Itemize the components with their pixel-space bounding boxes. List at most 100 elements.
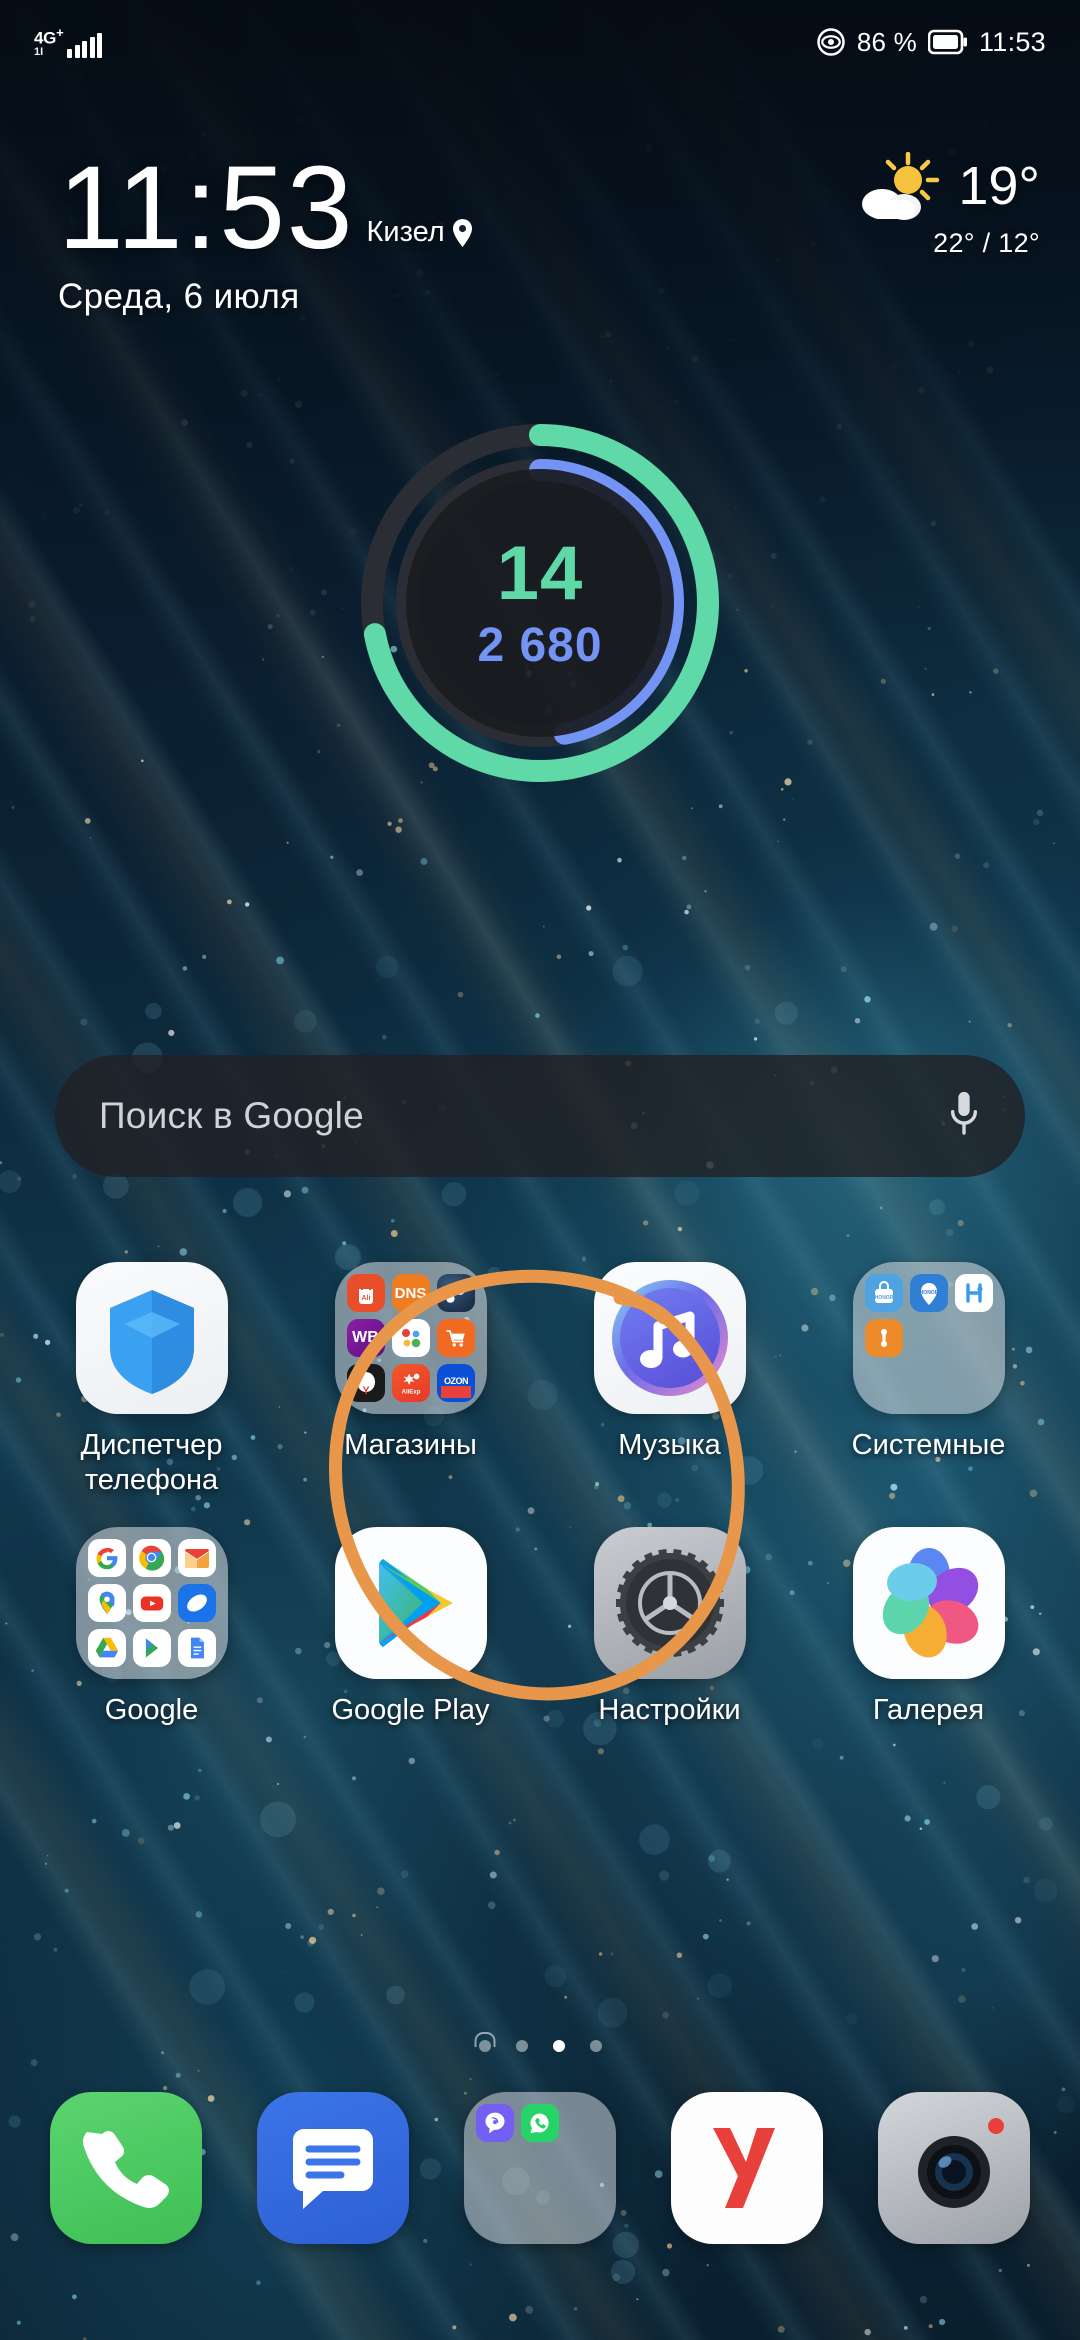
ozon-icon: OZON [436, 1364, 475, 1402]
clock-time: 11:53 [58, 142, 355, 275]
page-dot-home[interactable] [478, 2040, 491, 2052]
google-maps-icon [87, 1583, 126, 1622]
folder-empty-slot [566, 2149, 604, 2187]
folder-empty-slot [521, 2149, 559, 2187]
messages-icon[interactable] [256, 2092, 409, 2244]
health-steps-value: 2 680 [477, 619, 603, 672]
app-settings[interactable]: Настройки [540, 1526, 799, 1728]
page-dot[interactable] [589, 2040, 602, 2052]
app-label: Настройки [598, 1693, 741, 1726]
weather-range: 22° / 12° [933, 228, 1040, 258]
network-type: 4G+ 1I [34, 24, 64, 59]
aliexpress-alt-icon: AliExp [391, 1364, 430, 1402]
google-docs-icon [177, 1628, 216, 1667]
weather-main: 19° [856, 152, 1040, 220]
whatsapp-icon [520, 2104, 559, 2142]
sbermegamarket-icon [391, 1319, 430, 1357]
app-label: Google [104, 1693, 199, 1726]
music-note-icon[interactable] [593, 1262, 746, 1414]
folder-empty-slot [566, 2194, 604, 2232]
app-phone-manager[interactable]: Диспетчер телефона [22, 1262, 281, 1499]
app-label: Галерея [872, 1693, 985, 1726]
signal-bars-icon [67, 32, 103, 59]
svg-text:HONOR: HONOR [919, 1290, 938, 1296]
google-search-icon [87, 1538, 126, 1577]
folder-empty-slot [955, 1319, 993, 1357]
honor-health-icon [954, 1274, 993, 1312]
camera-icon[interactable] [878, 2092, 1031, 2244]
steam-icon [436, 1274, 475, 1312]
status-bar: 4G+ 1I 86 % 11:53 [0, 0, 1080, 84]
folder-system[interactable]: HONOR HONOR Системные [799, 1262, 1058, 1499]
status-bar-right: 86 % 11:53 [816, 27, 1046, 58]
app-label: Диспетчер телефона [80, 1429, 223, 1497]
folder-icon[interactable] [75, 1526, 228, 1679]
honor-store-icon: HONOR [864, 1274, 903, 1312]
health-activity-value: 14 [496, 531, 584, 616]
folder-empty-slot [476, 2149, 514, 2187]
battery-percent-label: 86 % [856, 26, 917, 57]
page-dot-active[interactable] [552, 2040, 565, 2052]
clock-weather-widget[interactable]: 11:53 Кизел 19° 22° / 12° Среда, 6 июля [58, 142, 1040, 317]
network-label: 4G+ [34, 24, 64, 48]
eye-comfort-icon [817, 28, 845, 56]
clock-weather-row: 11:53 Кизел 19° 22° / 12° [58, 142, 1040, 275]
folder-icon[interactable]: HONOR HONOR [852, 1262, 1005, 1414]
partly-cloudy-icon [862, 152, 940, 220]
honor-tools-icon [864, 1319, 903, 1357]
health-rings-widget[interactable]: 14 2 680 [0, 408, 1080, 798]
viber-icon [475, 2104, 514, 2142]
folder-empty-slot [910, 1364, 948, 1402]
weather-temperature: 19° [958, 156, 1040, 216]
google-drive-icon [87, 1628, 126, 1667]
health-rings[interactable]: 14 2 680 [351, 414, 729, 792]
yandex-icon[interactable] [671, 2092, 824, 2244]
battery-icon [927, 29, 967, 55]
clock-location[interactable]: Кизел [367, 216, 473, 249]
microphone-icon[interactable] [947, 1090, 981, 1142]
aliexpress-icon: Ali [346, 1274, 385, 1312]
app-label: Системные [851, 1429, 1006, 1461]
app-gallery[interactable]: Галерея [799, 1526, 1058, 1728]
yandex-market-icon: Y [346, 1364, 385, 1402]
status-bar-left: 4G+ 1I [34, 24, 103, 59]
svg-text:OZON: OZON [444, 1376, 468, 1386]
clock-location-label: Кизел [366, 216, 445, 248]
phone-dialer-icon[interactable] [49, 2092, 202, 2244]
folder-google[interactable]: Google [22, 1526, 281, 1728]
app-grid: Диспетчер телефона Ali DNS WB Y AliExp O… [0, 1262, 1080, 1728]
svg-text:Ali: Ali [361, 1295, 370, 1302]
google-play-music-icon [132, 1628, 171, 1667]
folder-empty-slot [910, 1319, 948, 1357]
weather-block[interactable]: 19° 22° / 12° [856, 152, 1040, 259]
phone-manager-shield-icon[interactable] [75, 1262, 228, 1414]
google-photos-lens-icon [177, 1583, 216, 1622]
clock-date: Среда, 6 июля [58, 277, 300, 316]
gmail-icon [177, 1538, 216, 1577]
settings-gear-icon[interactable] [593, 1526, 746, 1679]
google-search-bar[interactable]: Поиск в Google [55, 1055, 1025, 1177]
app-label: Музыка [618, 1429, 721, 1461]
gallery-icon[interactable] [852, 1526, 1005, 1679]
folder-empty-slot [955, 1364, 993, 1402]
clock-block[interactable]: 11:53 Кизел [58, 142, 473, 275]
location-pin-icon [452, 218, 472, 247]
youtube-icon [132, 1583, 171, 1622]
svg-text:HONOR: HONOR [874, 1295, 893, 1301]
app-music[interactable]: Музыка [540, 1262, 799, 1499]
dns-shop-icon: DNS [391, 1274, 430, 1312]
app-google-play[interactable]: Google Play [281, 1526, 540, 1728]
google-play-icon[interactable] [334, 1526, 487, 1679]
folder-shops[interactable]: Ali DNS WB Y AliExp OZON Магазины [281, 1262, 540, 1499]
google-chrome-icon [132, 1538, 171, 1577]
search-placeholder: Поиск в Google [99, 1095, 364, 1136]
folder-icon[interactable]: Ali DNS WB Y AliExp OZON [334, 1262, 487, 1414]
dock [0, 2092, 1080, 2244]
page-indicator[interactable] [0, 2040, 1080, 2052]
folder-empty-slot [476, 2194, 514, 2232]
page-dot[interactable] [515, 2040, 528, 2052]
folder-empty-slot [521, 2194, 559, 2232]
lamoda-cart-icon [436, 1319, 475, 1357]
folder-messengers[interactable] [463, 2092, 616, 2244]
honor-cloud-icon: HONOR [909, 1274, 948, 1312]
